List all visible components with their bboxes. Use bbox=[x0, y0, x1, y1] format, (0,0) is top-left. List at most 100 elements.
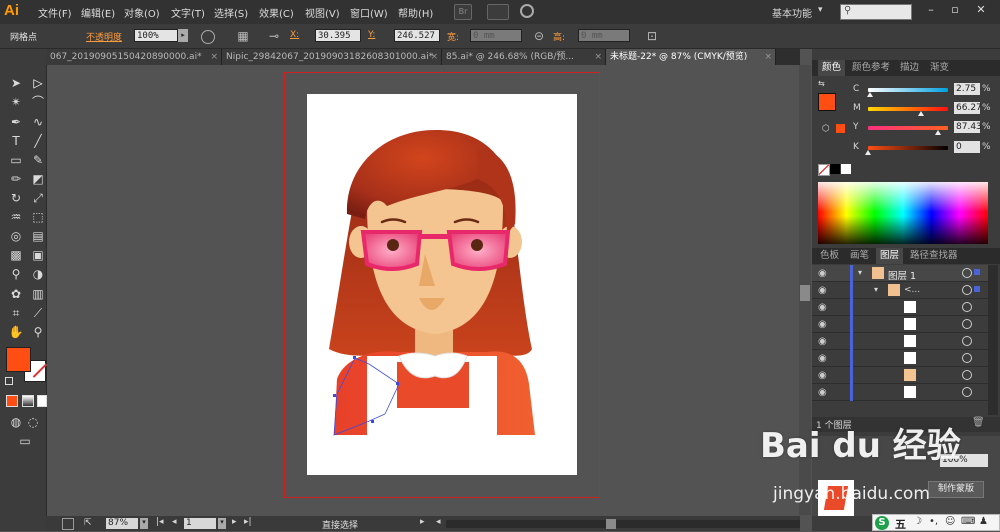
selection-tool-icon[interactable]: ➤ bbox=[7, 74, 25, 92]
channel-slider-k[interactable] bbox=[868, 146, 948, 150]
menu-select[interactable]: 选择(S) bbox=[214, 5, 248, 20]
color-mode-icon[interactable] bbox=[6, 395, 18, 407]
x-input[interactable]: 30.395 bbox=[315, 29, 361, 42]
out-of-gamut-icon[interactable]: ⬡ bbox=[822, 124, 830, 134]
none-mode-icon[interactable] bbox=[37, 395, 47, 407]
tab-brushes[interactable]: 画笔 bbox=[846, 248, 873, 264]
page-dropdown-icon[interactable]: ▾ bbox=[218, 518, 226, 529]
menu-help[interactable]: 帮助(H) bbox=[398, 5, 433, 20]
layer-target-icon[interactable] bbox=[962, 285, 972, 295]
tab-layers[interactable]: 图层 bbox=[876, 248, 904, 264]
free-transform-tool-icon[interactable]: ⬚ bbox=[29, 208, 47, 226]
default-colors-icon[interactable] bbox=[5, 377, 13, 385]
column-graph-tool-icon[interactable]: ▥ bbox=[29, 285, 47, 303]
tab-document-active[interactable]: 未标题-22* @ 87% (CMYK/预览) × bbox=[606, 49, 776, 65]
anchor-convert-icon[interactable]: ⊸ bbox=[266, 28, 282, 44]
tab-color-guide[interactable]: 颜色参考 bbox=[848, 60, 894, 76]
hand-tool-icon[interactable]: ✋ bbox=[7, 323, 25, 341]
tab-close-icon[interactable]: × bbox=[594, 49, 602, 65]
slider-thumb-c[interactable] bbox=[867, 92, 874, 97]
tab-stroke[interactable]: 描边 bbox=[896, 60, 923, 76]
scale-tool-icon[interactable]: ⤢ bbox=[29, 189, 47, 207]
artboard-tool-icon[interactable]: ⌗ bbox=[7, 304, 25, 322]
tab-close-icon[interactable]: × bbox=[210, 49, 218, 65]
layer-target-icon[interactable] bbox=[962, 336, 972, 346]
tab-document-3[interactable]: 85.ai* @ 246.68% (RGB/预... × bbox=[442, 49, 606, 65]
channel-value-y[interactable]: 87.43 bbox=[954, 121, 982, 133]
channel-value-c[interactable]: 2.75 bbox=[954, 83, 980, 95]
layer-row-path[interactable]: ◉ bbox=[812, 316, 990, 333]
width-input[interactable]: 0 mm bbox=[470, 29, 522, 42]
expand-group-icon[interactable]: ▾ bbox=[874, 285, 878, 294]
ime-user-icon[interactable]: ♟ bbox=[979, 516, 988, 527]
constrain-link-icon[interactable]: ⊝ bbox=[531, 28, 547, 44]
transform-points-icon[interactable]: ▦ bbox=[235, 28, 251, 44]
draw-mode-icon[interactable]: ◍ bbox=[7, 413, 25, 431]
prev-page-icon[interactable]: ◂ bbox=[172, 517, 177, 527]
workspace-dropdown-icon[interactable]: ▾ bbox=[818, 5, 823, 15]
menu-view[interactable]: 视图(V) bbox=[305, 5, 340, 20]
draw-behind-icon[interactable]: ◌ bbox=[24, 413, 42, 431]
gradient-tool-icon[interactable]: ▣ bbox=[29, 246, 47, 264]
menu-window[interactable]: 窗口(W) bbox=[350, 5, 388, 20]
layer-row-group[interactable]: ◉ ▾ <... bbox=[812, 282, 990, 299]
minimize-icon[interactable]: – bbox=[924, 4, 938, 16]
last-page-icon[interactable]: ▸| bbox=[244, 517, 252, 527]
layer-row-path[interactable]: ◉ bbox=[812, 367, 990, 384]
maximize-icon[interactable]: ▫ bbox=[948, 4, 962, 16]
blend-tool-icon[interactable]: ◑ bbox=[29, 265, 47, 283]
tab-document-1[interactable]: 067_20190905150420890000.ai* × bbox=[46, 49, 222, 65]
help-search-input[interactable]: ⚲ bbox=[840, 4, 912, 20]
pen-tool-icon[interactable]: ✒ bbox=[7, 113, 25, 131]
zoom-tool-icon[interactable]: ⚲ bbox=[29, 323, 47, 341]
layer-row-1[interactable]: ◉ ▾ 图层 1 bbox=[812, 265, 990, 282]
visibility-eye-icon[interactable]: ◉ bbox=[818, 268, 827, 279]
symbol-sprayer-tool-icon[interactable]: ✿ bbox=[7, 285, 25, 303]
make-mask-button[interactable]: 制作蒙版 bbox=[928, 481, 984, 498]
panel-fill-swatch[interactable] bbox=[818, 93, 836, 111]
channel-slider-m[interactable] bbox=[868, 107, 948, 111]
menu-effect[interactable]: 效果(C) bbox=[259, 5, 294, 20]
opacity-dropdown-icon[interactable]: ▸ bbox=[178, 29, 188, 42]
page-input[interactable]: 1 bbox=[184, 518, 216, 529]
y-input[interactable]: 246.527 bbox=[394, 29, 440, 42]
eraser-tool-icon[interactable]: ◩ bbox=[29, 170, 47, 188]
arrange-documents-icon[interactable] bbox=[487, 4, 509, 20]
ime-emoji-icon[interactable]: ☺ bbox=[945, 516, 955, 527]
black-swatch[interactable] bbox=[830, 164, 840, 174]
scrollbar-thumb[interactable] bbox=[800, 285, 810, 301]
slice-tool-icon[interactable]: ⟋ bbox=[29, 304, 47, 322]
sync-icon[interactable] bbox=[520, 4, 534, 18]
channel-value-k[interactable]: 0 bbox=[954, 141, 980, 153]
paintbrush-tool-icon[interactable]: ✎ bbox=[29, 151, 47, 169]
ime-moon-icon[interactable]: ☽ bbox=[913, 516, 922, 527]
layer-row-path[interactable]: ◉ bbox=[812, 350, 990, 367]
bridge-icon[interactable]: Br bbox=[454, 4, 472, 20]
slider-thumb-y[interactable] bbox=[934, 130, 941, 135]
warp-tool-icon[interactable]: ♒ bbox=[7, 208, 25, 226]
mesh-tool-icon[interactable]: ▩ bbox=[7, 246, 25, 264]
tab-gradient[interactable]: 渐变 bbox=[926, 60, 953, 76]
visibility-eye-icon[interactable]: ◉ bbox=[818, 336, 827, 347]
swap-colors-icon[interactable]: ⇆ bbox=[818, 79, 825, 88]
curvature-tool-icon[interactable]: ∿ bbox=[29, 113, 47, 131]
ime-punct-icon[interactable]: •, bbox=[929, 516, 938, 527]
menu-edit[interactable]: 编辑(E) bbox=[81, 5, 115, 20]
visibility-eye-icon[interactable]: ◉ bbox=[818, 302, 827, 313]
height-input[interactable]: 0 mm bbox=[578, 29, 630, 42]
layers-scrollbar[interactable] bbox=[988, 265, 998, 415]
artboard-nav-icon[interactable] bbox=[62, 518, 74, 530]
first-page-icon[interactable]: |◂ bbox=[156, 517, 164, 527]
tab-close-icon[interactable]: × bbox=[764, 49, 772, 65]
group-name[interactable]: <... bbox=[904, 285, 920, 295]
screen-mode-icon[interactable]: ▭ bbox=[16, 432, 34, 450]
direct-selection-tool-icon[interactable]: ▷ bbox=[29, 74, 47, 92]
opacity-input[interactable]: 100% bbox=[134, 29, 178, 42]
zoom-input[interactable]: 87% bbox=[106, 518, 138, 529]
none-swatch[interactable] bbox=[818, 164, 830, 176]
line-tool-icon[interactable]: ╱ bbox=[29, 132, 47, 150]
visibility-eye-icon[interactable]: ◉ bbox=[818, 370, 827, 381]
visibility-eye-icon[interactable]: ◉ bbox=[818, 387, 827, 398]
opacity-label[interactable]: 不透明度 bbox=[86, 30, 122, 43]
horizontal-scrollbar-thumb[interactable] bbox=[606, 519, 616, 529]
